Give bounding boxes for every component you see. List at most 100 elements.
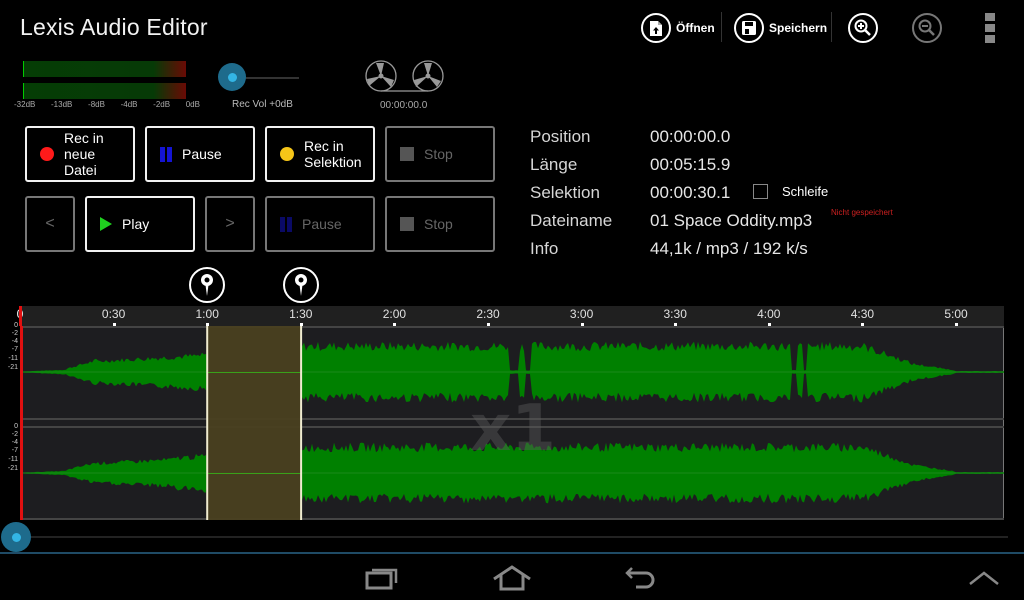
rec-volume-slider-handle[interactable]: [218, 63, 246, 91]
loop-checkbox[interactable]: [753, 184, 768, 199]
play-stop-button[interactable]: Stop: [385, 196, 495, 252]
channel-top-line: [20, 326, 1004, 328]
vu-meter-right: [23, 83, 186, 99]
info-label-length: Länge: [530, 155, 578, 174]
db-scale-label: -7: [11, 447, 18, 454]
timeline-tick-label: 2:00: [382, 307, 407, 321]
db-scale-label: -2: [11, 431, 18, 438]
db-scale-label: -21: [7, 364, 18, 371]
selection-region: [207, 326, 302, 520]
info-label-filename: Dateiname: [530, 211, 613, 230]
recent-apps-button[interactable]: [358, 560, 406, 596]
play-pause-button[interactable]: Pause: [265, 196, 375, 252]
save-label: Speichern: [769, 21, 828, 35]
record-new-file-label: Rec in neue Datei: [64, 130, 104, 178]
record-in-selection-button[interactable]: Rec in Selektion: [265, 126, 375, 182]
info-value-info: 44,1k / mp3 / 192 k/s: [650, 239, 808, 258]
timeline-ruler[interactable]: 0 0:30 1:00 1:30 2:00 2:30 3:00 3:30 4:00 4:30 5:0…: [17, 306, 1004, 329]
navbar-up-button[interactable]: [960, 560, 1008, 596]
vu-scale-label: -4dB: [120, 100, 138, 109]
overflow-menu-icon[interactable]: [985, 13, 997, 43]
stop-icon: [400, 147, 414, 161]
db-scale-label: -11: [8, 456, 18, 463]
record-stop-button[interactable]: Stop: [385, 126, 495, 182]
timeline-tick-label: 1:00: [195, 307, 219, 321]
rec-volume-label: Rec Vol +0dB: [232, 99, 293, 110]
record-stop-label: Stop: [424, 146, 453, 162]
home-icon: [493, 565, 531, 591]
pause-icon: [280, 216, 292, 232]
db-scale-label: -21: [7, 465, 18, 472]
chevron-up-icon: [969, 571, 999, 585]
next-label: >: [225, 215, 235, 232]
selection-end-marker[interactable]: [283, 267, 320, 303]
timeline-tick-label: 3:00: [569, 307, 594, 321]
play-button[interactable]: Play: [85, 196, 195, 252]
info-value-selection: 00:00:30.1: [650, 183, 731, 202]
play-label: Play: [122, 216, 150, 232]
db-scale-label: 0: [14, 423, 18, 430]
zoom-level-watermark: x1: [470, 392, 556, 466]
timeline-tick-label: 4:30: [850, 307, 875, 321]
record-in-selection-label: Rec in Selektion: [304, 138, 362, 170]
info-label-position: Position: [530, 127, 591, 146]
selection-start-line: [206, 326, 209, 520]
record-dot-icon: [40, 147, 54, 161]
zoom-in-button[interactable]: [848, 11, 878, 45]
selection-start-marker[interactable]: [189, 267, 226, 303]
selection-center-line: [207, 473, 302, 474]
unsaved-indicator: Nicht gespeichert: [831, 208, 893, 217]
next-button[interactable]: >: [205, 196, 255, 252]
db-scale-label: 0: [14, 322, 18, 329]
db-scale-top: 0 -2 -4 -7 -11 -21: [0, 322, 20, 372]
timeline-tick-label: 2:30: [476, 307, 500, 321]
loop-label: Schleife: [782, 184, 829, 199]
save-button[interactable]: Speichern: [734, 11, 827, 45]
info-label-info: Info: [530, 239, 559, 258]
navbar-divider: [0, 552, 1024, 554]
timeline-tick-label: 4:00: [757, 307, 781, 321]
back-button[interactable]: [618, 560, 666, 596]
toolbar-divider: [721, 12, 722, 42]
play-icon: [100, 217, 112, 231]
zoom-in-icon: [848, 13, 878, 43]
play-pause-label: Pause: [302, 216, 342, 232]
selection-end-line: [300, 326, 303, 520]
vu-scale: -32dB -13dB -8dB -4dB -2dB 0dB: [14, 100, 200, 109]
zoom-out-button[interactable]: [912, 11, 942, 45]
seek-slider[interactable]: [28, 536, 1008, 538]
selection-center-line: [207, 372, 302, 373]
previous-button[interactable]: <: [25, 196, 75, 252]
previous-label: <: [45, 215, 55, 232]
db-scale-bottom: 0 -2 -4 -7 -11 -21: [0, 423, 20, 473]
toolbar-divider: [831, 12, 832, 42]
open-label: Öffnen: [676, 21, 715, 35]
db-scale-label: -2: [11, 330, 18, 337]
timeline-tick-label: 1:30: [289, 307, 313, 321]
record-new-file-button[interactable]: Rec in neue Datei: [25, 126, 135, 182]
vu-scale-label: 0dB: [185, 100, 200, 109]
play-stop-label: Stop: [424, 216, 453, 232]
db-scale-label: -7: [11, 346, 18, 353]
info-value-length: 00:05:15.9: [650, 155, 731, 174]
waveform-center-line: [20, 472, 1004, 474]
db-scale-label: -4: [11, 439, 18, 446]
timeline-tick-label: 3:30: [663, 307, 687, 321]
timeline-tick-label: 0:30: [101, 307, 126, 321]
playhead: [20, 326, 23, 520]
seek-slider-handle[interactable]: [1, 522, 31, 552]
tape-time: 00:00:00.0: [380, 100, 428, 111]
record-selection-dot-icon: [280, 147, 294, 161]
record-pause-button[interactable]: Pause: [145, 126, 255, 182]
tape-reels-icon: [362, 60, 448, 99]
home-button[interactable]: [488, 560, 536, 596]
open-button[interactable]: Öffnen: [641, 11, 715, 45]
marker-pin-icon: [295, 274, 308, 296]
info-value-filename: 01 Space Oddity.mp3: [650, 211, 813, 230]
channel-bottom-line: [20, 518, 1004, 520]
record-pause-label: Pause: [182, 146, 222, 162]
vu-scale-label: -32dB: [14, 100, 36, 109]
timeline-tick-label: 5:00: [944, 307, 968, 321]
waveform-center-line: [20, 371, 1004, 373]
vu-scale-label: -13dB: [51, 100, 73, 109]
